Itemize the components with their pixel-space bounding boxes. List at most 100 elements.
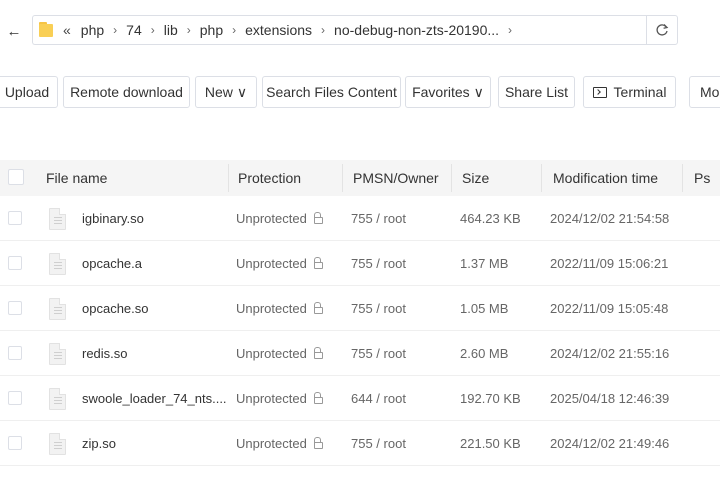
- unlock-icon[interactable]: [313, 257, 323, 269]
- modification-time: 2022/11/09 15:05:48: [550, 301, 669, 316]
- unlock-icon[interactable]: [313, 437, 323, 449]
- file-icon: [49, 298, 66, 320]
- breadcrumb-php-2[interactable]: php: [200, 22, 223, 38]
- modification-time: 2022/11/09 15:06:21: [550, 256, 669, 271]
- row-checkbox[interactable]: [8, 256, 22, 270]
- path-breadcrumb[interactable]: « php › 74 › lib › php › extensions › no…: [32, 15, 646, 45]
- protection-label: Unprotected: [236, 391, 307, 406]
- column-pmsn-owner[interactable]: PMSN/Owner: [353, 160, 439, 196]
- table-row[interactable]: redis.so Unprotected 755 / root 2.60 MB …: [0, 331, 720, 376]
- file-name[interactable]: redis.so: [82, 331, 228, 376]
- address-bar-row: ← « php › 74 › lib › php › extensions › …: [0, 14, 720, 50]
- file-name[interactable]: swoole_loader_74_nts....: [82, 376, 228, 421]
- remote-download-button[interactable]: Remote download: [63, 76, 190, 108]
- column-divider: [541, 164, 542, 192]
- modification-time: 2024/12/02 21:54:58: [550, 211, 670, 226]
- protection-label: Unprotected: [236, 211, 307, 226]
- favorites-dropdown-button[interactable]: Favorites ∨: [405, 76, 491, 108]
- table-row[interactable]: opcache.a Unprotected 755 / root 1.37 MB…: [0, 241, 720, 286]
- permission-owner[interactable]: 755 / root: [351, 196, 406, 241]
- protection-status[interactable]: Unprotected: [236, 421, 323, 466]
- permission-owner[interactable]: 755 / root: [351, 421, 406, 466]
- terminal-label: Terminal: [613, 84, 667, 100]
- file-icon: [49, 253, 66, 275]
- breadcrumb-no-debug[interactable]: no-debug-non-zts-20190...: [334, 22, 499, 38]
- column-divider: [682, 164, 683, 192]
- refresh-button[interactable]: [646, 15, 678, 45]
- protection-label: Unprotected: [236, 256, 307, 271]
- unlock-icon[interactable]: [313, 212, 323, 224]
- refresh-icon: [656, 24, 669, 36]
- column-protection[interactable]: Protection: [238, 160, 301, 196]
- file-name[interactable]: opcache.a: [82, 241, 228, 286]
- protection-label: Unprotected: [236, 346, 307, 361]
- select-all-checkbox[interactable]: [8, 169, 24, 185]
- protection-status[interactable]: Unprotected: [236, 241, 323, 286]
- toolbar: Upload Remote download New ∨ Search Files…: [0, 76, 720, 108]
- protection-status[interactable]: Unprotected: [236, 286, 323, 331]
- table-row[interactable]: opcache.so Unprotected 755 / root 1.05 M…: [0, 286, 720, 331]
- breadcrumb-74[interactable]: 74: [126, 22, 142, 38]
- table-row[interactable]: zip.so Unprotected 755 / root 221.50 KB …: [0, 421, 720, 466]
- row-checkbox[interactable]: [8, 346, 22, 360]
- search-files-content-button[interactable]: Search Files Content: [262, 76, 401, 108]
- table-row[interactable]: swoole_loader_74_nts.... Unprotected 644…: [0, 376, 720, 421]
- permission-owner[interactable]: 755 / root: [351, 241, 406, 286]
- favorites-label: Favorites: [412, 84, 470, 100]
- share-list-button[interactable]: Share List: [498, 76, 575, 108]
- column-ps[interactable]: Ps: [694, 160, 710, 196]
- file-table-header: File name Protection PMSN/Owner Size Mod…: [0, 160, 720, 196]
- terminal-icon: [592, 86, 607, 98]
- file-icon: [49, 208, 66, 230]
- row-checkbox[interactable]: [8, 391, 22, 405]
- modification-time: 2024/12/02 21:55:16: [550, 346, 670, 361]
- upload-button[interactable]: Upload: [0, 76, 58, 108]
- column-file-name[interactable]: File name: [46, 160, 107, 196]
- row-checkbox[interactable]: [8, 436, 22, 450]
- more-button[interactable]: Mo: [689, 76, 720, 108]
- permission-owner[interactable]: 755 / root: [351, 331, 406, 376]
- breadcrumb-php[interactable]: php: [81, 22, 104, 38]
- permission-owner[interactable]: 644 / root: [351, 376, 406, 421]
- modification-time: 2025/04/18 12:46:39: [550, 391, 670, 406]
- column-size[interactable]: Size: [462, 160, 489, 196]
- chevron-right-icon: ›: [113, 23, 118, 37]
- upload-label: Upload: [4, 84, 50, 100]
- new-dropdown-button[interactable]: New ∨: [195, 76, 257, 108]
- remote-download-label: Remote download: [70, 84, 183, 100]
- unlock-icon[interactable]: [313, 392, 323, 404]
- chevron-right-icon: ›: [508, 23, 513, 37]
- row-checkbox[interactable]: [8, 301, 22, 315]
- collapsed-path-chevron-icon[interactable]: «: [63, 22, 71, 38]
- file-icon: [49, 388, 66, 410]
- table-row[interactable]: igbinary.so Unprotected 755 / root 464.2…: [0, 196, 720, 241]
- file-name[interactable]: opcache.so: [82, 286, 228, 331]
- row-checkbox[interactable]: [8, 211, 22, 225]
- unlock-icon[interactable]: [313, 347, 323, 359]
- protection-label: Unprotected: [236, 436, 307, 451]
- protection-status[interactable]: Unprotected: [236, 376, 323, 421]
- column-divider: [228, 164, 229, 192]
- file-size: 1.05 MB: [460, 301, 509, 316]
- file-size: 2.60 MB: [460, 346, 509, 361]
- search-files-content-label: Search Files Content: [266, 84, 397, 100]
- column-divider: [451, 164, 452, 192]
- file-size: 192.70 KB: [460, 391, 521, 406]
- breadcrumb-extensions[interactable]: extensions: [245, 22, 312, 38]
- chevron-down-icon: ∨: [473, 83, 484, 100]
- file-name[interactable]: igbinary.so: [82, 196, 228, 241]
- chevron-down-icon: ∨: [236, 83, 248, 100]
- unlock-icon[interactable]: [313, 302, 323, 314]
- terminal-button[interactable]: Terminal: [583, 76, 676, 108]
- chevron-right-icon: ›: [150, 23, 155, 37]
- folder-icon: [39, 22, 53, 38]
- protection-status[interactable]: Unprotected: [236, 196, 323, 241]
- back-arrow-icon[interactable]: ←: [4, 22, 24, 42]
- more-label: Mo: [700, 84, 720, 100]
- protection-status[interactable]: Unprotected: [236, 331, 323, 376]
- column-modification-time[interactable]: Modification time: [553, 160, 658, 196]
- breadcrumb-lib[interactable]: lib: [164, 22, 178, 38]
- file-name[interactable]: zip.so: [82, 421, 228, 466]
- permission-owner[interactable]: 755 / root: [351, 286, 406, 331]
- chevron-right-icon: ›: [186, 23, 191, 37]
